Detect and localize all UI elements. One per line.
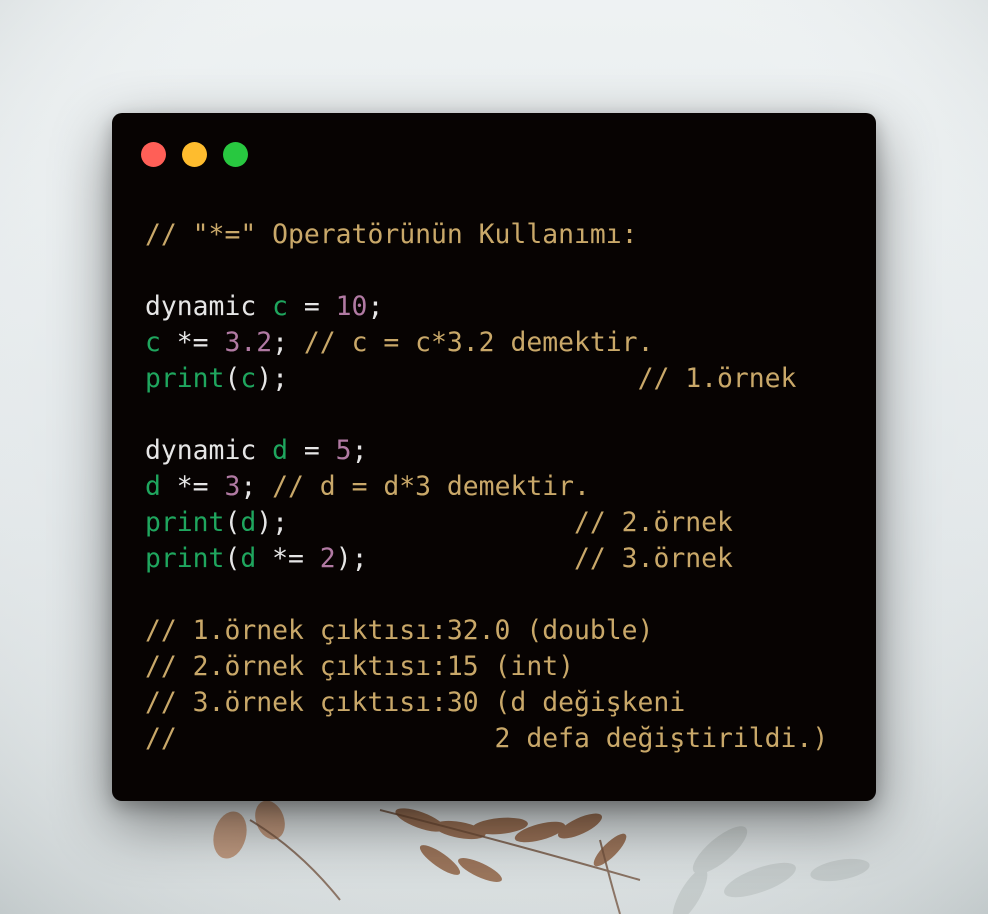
code-token-op: ( [224, 543, 241, 574]
code-token-comment: // 2.örnek çıktısı:15 (int) [145, 651, 574, 682]
code-token-op: ); [335, 543, 575, 574]
code-token-num: 3.2 [224, 327, 273, 358]
code-token-var: c [240, 363, 257, 394]
code-token-op: ; [351, 435, 368, 466]
code-token-num: 3 [224, 471, 241, 502]
code-line: // 2 defa değiştirildi.) [145, 721, 828, 757]
code-token-var: d [272, 435, 288, 466]
code-token-op: ); [256, 363, 638, 394]
code-token-op: ; [272, 327, 304, 358]
code-line: d *= 3; // d = d*3 demektir. [145, 469, 828, 505]
code-token-comment: // 3.örnek [574, 543, 733, 574]
minimize-button[interactable] [182, 142, 207, 167]
code-token-op: ; [240, 471, 273, 502]
code-window: // "*=" Operatörünün Kullanımı: dynamic c… [112, 113, 876, 801]
code-token-var: c [272, 291, 288, 322]
code-token-var: d [145, 471, 161, 502]
code-token-comment: // 1.örnek çıktısı:32.0 (double) [145, 615, 654, 646]
code-token-op: *= [160, 327, 225, 358]
code-token-comment: // "*=" Operatörünün Kullanımı: [145, 219, 638, 250]
code-line: dynamic c = 10; [145, 289, 828, 325]
code-token-num: 2 [319, 543, 336, 574]
code-line: // 3.örnek çıktısı:30 (d değişkeni [145, 685, 828, 721]
code-token-fn: print [145, 363, 225, 394]
window-controls [141, 142, 248, 167]
code-line: // 1.örnek çıktısı:32.0 (double) [145, 613, 828, 649]
code-line: print(c); // 1.örnek [145, 361, 828, 397]
code-token-num: 10 [335, 291, 368, 322]
code-token-comment: // 1.örnek [637, 363, 797, 394]
close-button[interactable] [141, 142, 166, 167]
code-line: print(d); // 2.örnek [145, 505, 828, 541]
code-line: // "*=" Operatörünün Kullanımı: [145, 217, 828, 253]
code-token-fn: print [145, 543, 225, 574]
code-token-op: ( [224, 507, 241, 538]
code-token-op: ); [256, 507, 575, 538]
code-token-fn: print [145, 507, 225, 538]
code-token-comment: // 2 defa değiştirildi.) [145, 723, 829, 754]
code-token-op: = [288, 435, 336, 466]
code-token-var: d [240, 507, 257, 538]
code-token-var: d [240, 543, 257, 574]
code-block: // "*=" Operatörünün Kullanımı: dynamic c… [145, 217, 828, 757]
code-token-op: ; [367, 291, 384, 322]
code-line: dynamic d = 5; [145, 433, 828, 469]
code-line: // 2.örnek çıktısı:15 (int) [145, 649, 828, 685]
code-token-kw: dynamic [145, 291, 273, 322]
code-token-comment: // 3.örnek çıktısı:30 (d değişkeni [145, 687, 686, 718]
code-token-kw: dynamic [145, 435, 273, 466]
code-token-comment: // 2.örnek [574, 507, 733, 538]
code-line: c *= 3.2; // c = c*3.2 demektir. [145, 325, 828, 361]
code-token-op: ( [224, 363, 241, 394]
code-line: print(d *= 2); // 3.örnek [145, 541, 828, 577]
code-token-op: *= [160, 471, 225, 502]
code-token-comment: // c = c*3.2 demektir. [303, 327, 654, 358]
code-token-num: 5 [335, 435, 352, 466]
code-token-op: *= [256, 543, 320, 574]
code-token-op: = [288, 291, 336, 322]
code-token-comment: // d = d*3 demektir. [272, 471, 590, 502]
code-token-var: c [145, 327, 161, 358]
maximize-button[interactable] [223, 142, 248, 167]
